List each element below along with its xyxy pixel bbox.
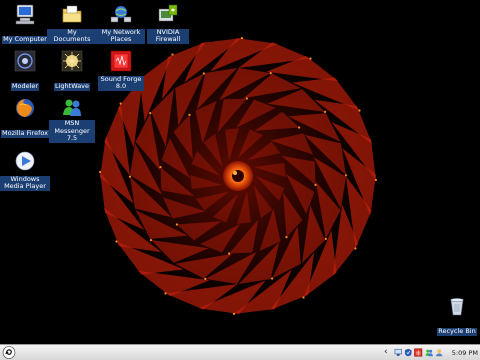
desktop-icon-my-computer[interactable]: My Computer xyxy=(0,3,50,45)
msn-messenger-icon xyxy=(63,99,81,116)
wallpaper-spark xyxy=(323,110,327,113)
messenger-tray-icon[interactable] xyxy=(425,348,433,357)
security-tray-icon[interactable] xyxy=(404,348,412,357)
my-documents-icon xyxy=(62,5,82,23)
desktop-icon-label: Mozilla Firefox xyxy=(1,129,49,138)
desktop-icon-lightwave[interactable]: LightWave xyxy=(47,50,97,92)
wallpaper-spark xyxy=(171,53,174,56)
sound-forge-icon xyxy=(110,50,132,72)
desktop-icon-label: Sound Forge 8.0 xyxy=(98,75,144,91)
wallpaper-spark xyxy=(285,236,288,239)
system-tray: ‹ 5:09 PM xyxy=(384,346,478,359)
wallpaper-spark xyxy=(302,296,305,299)
wallpaper-spark xyxy=(188,113,191,116)
desktop-icon-msn-messenger[interactable]: MSN Messenger 7.5 xyxy=(47,97,97,144)
desktop-icon-label: My Network Places xyxy=(97,28,145,44)
desktop-icon-modeler[interactable]: Modeler xyxy=(0,50,50,92)
taskbar: ‹ 5:09 PM xyxy=(0,344,480,360)
wallpaper-spark xyxy=(309,57,312,60)
wallpaper-spark xyxy=(149,112,152,115)
desktop-icon-label: Recycle Bin xyxy=(437,327,477,336)
wallpaper-spark xyxy=(204,277,207,280)
wallpaper-spark xyxy=(245,97,248,100)
wallpaper-spark xyxy=(149,239,153,242)
wallpaper-spark xyxy=(240,37,244,40)
wallpaper-spark xyxy=(271,277,274,280)
wallpaper-spark xyxy=(314,183,317,186)
desktop-icon-recycle-bin[interactable]: Recycle Bin xyxy=(432,295,480,337)
wallpaper-spark xyxy=(269,72,272,75)
start-menu-icon[interactable] xyxy=(2,346,16,359)
desktop-icon-windows-media-player[interactable]: Windows Media Player xyxy=(0,150,50,192)
wallpaper-spark xyxy=(374,178,377,182)
modeler-icon xyxy=(14,50,36,72)
user-tray-icon[interactable] xyxy=(435,348,443,357)
wallpaper-spark xyxy=(175,223,178,226)
desktop-icon-nvidia-firewall[interactable]: NVIDIA Firewall xyxy=(143,3,193,45)
media-player-icon xyxy=(15,151,35,171)
nvidia-firewall-icon xyxy=(158,4,178,22)
wallpaper-spark xyxy=(119,102,122,105)
desktop-icon-my-network-places[interactable]: My Network Places xyxy=(96,3,146,45)
wallpaper-spark xyxy=(354,247,357,250)
recycle-bin-icon xyxy=(450,298,464,316)
firewall-tray-icon[interactable] xyxy=(414,348,423,357)
desktop-icon-label: Modeler xyxy=(10,82,40,91)
wallpaper-spark xyxy=(99,170,102,174)
network-tray-icon[interactable] xyxy=(394,348,402,357)
desktop-icon-label: Windows Media Player xyxy=(0,175,50,191)
desktop-icon-label: MSN Messenger 7.5 xyxy=(49,119,95,143)
firefox-icon xyxy=(16,99,34,117)
network-places-icon xyxy=(110,5,132,23)
wallpaper-spark xyxy=(232,312,236,315)
desktop-icon-sound-forge[interactable]: Sound Forge 8.0 xyxy=(96,50,146,92)
desktop-icon-my-documents[interactable]: My Documents xyxy=(47,3,97,45)
my-computer-icon xyxy=(15,4,35,25)
wallpaper-spark xyxy=(202,72,205,75)
wallpaper-spark xyxy=(115,240,118,243)
wallpaper-spark xyxy=(159,166,162,169)
desktop-icon-label: NVIDIA Firewall xyxy=(147,28,189,44)
wallpaper-spark xyxy=(344,174,348,177)
wallpaper-spark xyxy=(324,237,327,240)
lightwave-icon xyxy=(61,50,83,72)
wallpaper-spark xyxy=(164,292,167,295)
tray-expand-arrow[interactable]: ‹ xyxy=(384,348,388,357)
desktop-icon-label: LightWave xyxy=(53,82,91,91)
wallpaper-spark xyxy=(128,175,132,178)
desktop-icon-mozilla-firefox[interactable]: Mozilla Firefox xyxy=(0,97,50,139)
taskbar-clock[interactable]: 5:09 PM xyxy=(452,349,478,357)
desktop-icon-label: My Computer xyxy=(2,35,48,44)
wallpaper-spark xyxy=(298,126,301,129)
wallpaper-spark xyxy=(358,109,361,112)
desktop-icon-label: My Documents xyxy=(47,28,97,44)
wallpaper-spark xyxy=(228,252,231,255)
